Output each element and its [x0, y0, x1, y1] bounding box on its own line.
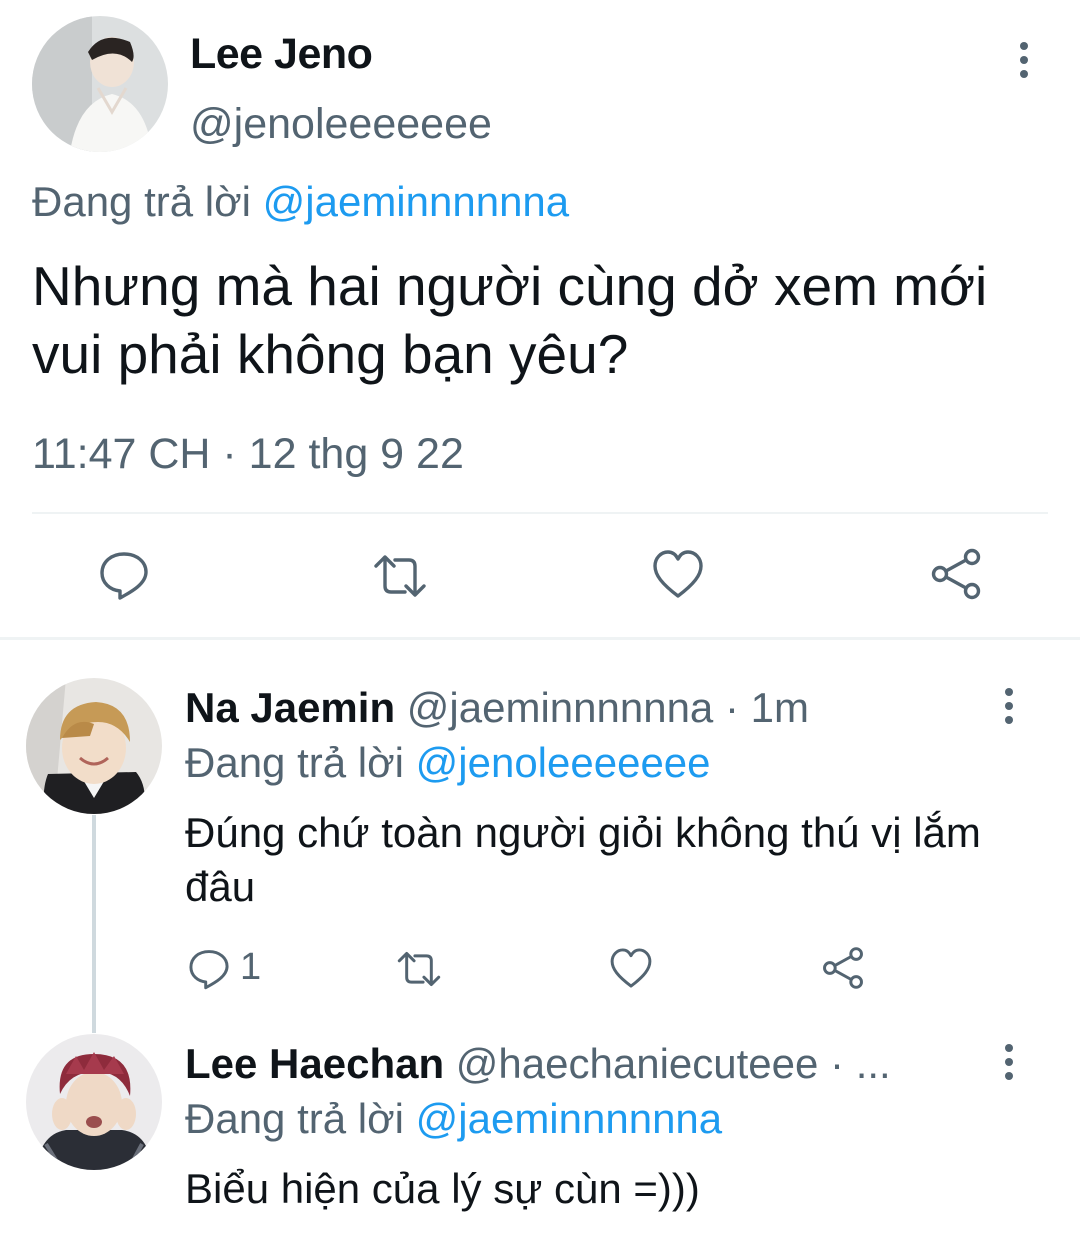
replying-to: Đang trả lời @jaeminnnnnna [32, 178, 569, 226]
more-options-icon[interactable] [993, 686, 1025, 726]
avatar[interactable] [32, 16, 168, 152]
replying-to-mention[interactable]: @jaeminnnnnna [263, 178, 570, 225]
reply-text: Đúng chứ toàn người giỏi không thú vị lắ… [185, 809, 981, 910]
reply-time[interactable]: · ... [830, 1040, 891, 1087]
reply-icon[interactable] [96, 546, 152, 602]
section-divider [0, 637, 1080, 640]
thread-line [92, 815, 96, 1033]
replying-prefix: Đang trả lời [185, 1095, 404, 1142]
reply-icon[interactable] [186, 945, 232, 991]
divider [32, 512, 1048, 514]
replying-prefix: Đang trả lời [32, 178, 251, 225]
reply-author-handle[interactable]: @jaeminnnnnna [407, 684, 714, 731]
replying-to-mention[interactable]: @jenoleeeeeee [416, 739, 711, 786]
replying-to: Đang trả lời @jenoleeeeeee [185, 739, 711, 787]
reply-time[interactable]: · 1m [725, 684, 809, 731]
more-options-icon[interactable] [1008, 40, 1040, 80]
reply-header: Na Jaemin @jaeminnnnnna · 1m [185, 684, 809, 732]
tweet-timestamp[interactable]: 11:47 CH · 12 thg 9 22 [32, 430, 464, 479]
like-icon[interactable] [650, 546, 706, 602]
reply-text: Biểu hiện của lý sự cùn =))) [185, 1165, 700, 1212]
more-options-icon[interactable] [993, 1042, 1025, 1082]
reply-author-name[interactable]: Lee Haechan [185, 1040, 444, 1087]
reply-author-name[interactable]: Na Jaemin [185, 684, 395, 731]
share-icon[interactable] [928, 546, 984, 602]
like-icon[interactable] [608, 945, 654, 991]
reply-avatar[interactable] [26, 1034, 162, 1170]
replying-to-mention[interactable]: @jaeminnnnnna [416, 1095, 723, 1142]
tweet-text: Nhưng mà hai người cùng dở xem mới vui p… [32, 255, 988, 385]
replying-prefix: Đang trả lời [185, 739, 404, 786]
share-icon[interactable] [820, 945, 866, 991]
author-handle[interactable]: @jenoleeeeeee [190, 100, 492, 149]
reply-author-handle[interactable]: @haechaniecuteee [456, 1040, 819, 1087]
reply-count: 1 [240, 946, 262, 988]
author-name[interactable]: Lee Jeno [190, 30, 373, 79]
reply-avatar[interactable] [26, 678, 162, 814]
reply-header: Lee Haechan @haechaniecuteee · ... [185, 1040, 965, 1088]
replying-to: Đang trả lời @jaeminnnnnna [185, 1095, 722, 1143]
retweet-icon[interactable] [372, 548, 428, 604]
retweet-icon[interactable] [396, 946, 442, 992]
